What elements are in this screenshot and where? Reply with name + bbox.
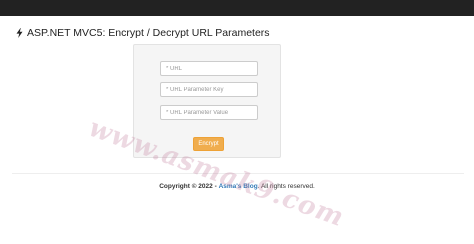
- footer-copyright: Copyright © 2022 -: [159, 183, 217, 190]
- url-parameter-value-input[interactable]: [160, 105, 258, 120]
- page-title-text: ASP.NET MVC5: Encrypt / Decrypt URL Para…: [27, 27, 270, 39]
- footer-divider: [12, 173, 464, 174]
- top-navbar: [0, 0, 474, 16]
- bolt-icon: [16, 28, 23, 38]
- footer: Copyright © 2022 - Asma's Blog. All righ…: [0, 183, 474, 190]
- url-input[interactable]: [160, 61, 258, 76]
- url-parameter-key-input[interactable]: [160, 82, 258, 97]
- encrypt-button[interactable]: Encrypt: [193, 137, 224, 151]
- page-title: ASP.NET MVC5: Encrypt / Decrypt URL Para…: [16, 27, 270, 39]
- footer-rights: . All rights reserved.: [257, 183, 315, 190]
- blog-link[interactable]: Asma's Blog: [219, 183, 258, 190]
